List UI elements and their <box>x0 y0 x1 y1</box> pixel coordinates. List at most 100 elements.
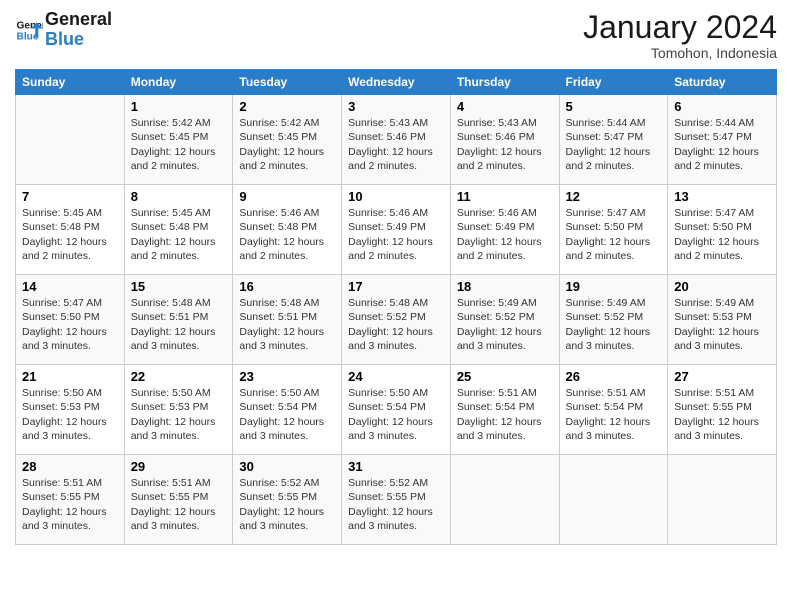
table-row: 31 Sunrise: 5:52 AM Sunset: 5:55 PM Dayli… <box>342 455 451 545</box>
header-wednesday: Wednesday <box>342 70 451 95</box>
day-info: Sunrise: 5:47 AM Sunset: 5:50 PM Dayligh… <box>22 296 118 353</box>
day-info: Sunrise: 5:52 AM Sunset: 5:55 PM Dayligh… <box>348 476 444 533</box>
calendar-table: Sunday Monday Tuesday Wednesday Thursday… <box>15 69 777 545</box>
day-info: Sunrise: 5:51 AM Sunset: 5:54 PM Dayligh… <box>457 386 553 443</box>
day-info: Sunrise: 5:43 AM Sunset: 5:46 PM Dayligh… <box>348 116 444 173</box>
table-row: 3 Sunrise: 5:43 AM Sunset: 5:46 PM Daylig… <box>342 95 451 185</box>
day-number: 25 <box>457 369 553 384</box>
logo-text: GeneralBlue <box>45 10 112 50</box>
day-info: Sunrise: 5:42 AM Sunset: 5:45 PM Dayligh… <box>131 116 227 173</box>
day-number: 7 <box>22 189 118 204</box>
calendar-week-row: 28 Sunrise: 5:51 AM Sunset: 5:55 PM Dayli… <box>16 455 777 545</box>
table-row: 17 Sunrise: 5:48 AM Sunset: 5:52 PM Dayli… <box>342 275 451 365</box>
day-info: Sunrise: 5:47 AM Sunset: 5:50 PM Dayligh… <box>674 206 770 263</box>
day-info: Sunrise: 5:44 AM Sunset: 5:47 PM Dayligh… <box>674 116 770 173</box>
day-number: 24 <box>348 369 444 384</box>
header-sunday: Sunday <box>16 70 125 95</box>
table-row: 13 Sunrise: 5:47 AM Sunset: 5:50 PM Dayli… <box>668 185 777 275</box>
table-row: 26 Sunrise: 5:51 AM Sunset: 5:54 PM Dayli… <box>559 365 668 455</box>
day-info: Sunrise: 5:52 AM Sunset: 5:55 PM Dayligh… <box>239 476 335 533</box>
day-info: Sunrise: 5:44 AM Sunset: 5:47 PM Dayligh… <box>566 116 662 173</box>
table-row: 8Sunrise: 5:45 AM Sunset: 5:48 PM Daylig… <box>124 185 233 275</box>
day-number: 12 <box>566 189 662 204</box>
table-row: 9 Sunrise: 5:46 AM Sunset: 5:48 PM Daylig… <box>233 185 342 275</box>
day-info: Sunrise: 5:45 AM Sunset: 5:48 PM Dayligh… <box>131 206 227 263</box>
table-row: 21 Sunrise: 5:50 AM Sunset: 5:53 PM Dayli… <box>16 365 125 455</box>
table-row: 10Sunrise: 5:46 AM Sunset: 5:49 PM Dayli… <box>342 185 451 275</box>
day-info: Sunrise: 5:48 AM Sunset: 5:52 PM Dayligh… <box>348 296 444 353</box>
day-info: Sunrise: 5:50 AM Sunset: 5:53 PM Dayligh… <box>131 386 227 443</box>
table-row: 12 Sunrise: 5:47 AM Sunset: 5:50 PM Dayli… <box>559 185 668 275</box>
table-row: 1 Sunrise: 5:42 AM Sunset: 5:45 PM Daylig… <box>124 95 233 185</box>
day-number: 16 <box>239 279 335 294</box>
table-row: 6 Sunrise: 5:44 AM Sunset: 5:47 PM Daylig… <box>668 95 777 185</box>
day-number: 3 <box>348 99 444 114</box>
day-info: Sunrise: 5:50 AM Sunset: 5:54 PM Dayligh… <box>239 386 335 443</box>
day-info: Sunrise: 5:48 AM Sunset: 5:51 PM Dayligh… <box>131 296 227 353</box>
day-number: 14 <box>22 279 118 294</box>
day-info: Sunrise: 5:50 AM Sunset: 5:54 PM Dayligh… <box>348 386 444 443</box>
table-row: 20 Sunrise: 5:49 AM Sunset: 5:53 PM Dayli… <box>668 275 777 365</box>
day-number: 15 <box>131 279 227 294</box>
table-row: 25 Sunrise: 5:51 AM Sunset: 5:54 PM Dayli… <box>450 365 559 455</box>
table-row: 18 Sunrise: 5:49 AM Sunset: 5:52 PM Dayli… <box>450 275 559 365</box>
table-row <box>559 455 668 545</box>
page-header: General Blue GeneralBlue January 2024 To… <box>15 10 777 61</box>
table-row: 22Sunrise: 5:50 AM Sunset: 5:53 PM Dayli… <box>124 365 233 455</box>
table-row: 5 Sunrise: 5:44 AM Sunset: 5:47 PM Daylig… <box>559 95 668 185</box>
day-info: Sunrise: 5:43 AM Sunset: 5:46 PM Dayligh… <box>457 116 553 173</box>
header-tuesday: Tuesday <box>233 70 342 95</box>
title-area: January 2024 Tomohon, Indonesia <box>583 10 777 61</box>
header-thursday: Thursday <box>450 70 559 95</box>
table-row: 27 Sunrise: 5:51 AM Sunset: 5:55 PM Dayli… <box>668 365 777 455</box>
day-info: Sunrise: 5:45 AM Sunset: 5:48 PM Dayligh… <box>22 206 118 263</box>
table-row: 11Sunrise: 5:46 AM Sunset: 5:49 PM Dayli… <box>450 185 559 275</box>
day-info: Sunrise: 5:51 AM Sunset: 5:54 PM Dayligh… <box>566 386 662 443</box>
day-number: 31 <box>348 459 444 474</box>
day-info: Sunrise: 5:49 AM Sunset: 5:53 PM Dayligh… <box>674 296 770 353</box>
day-number: 11 <box>457 189 553 204</box>
logo: General Blue GeneralBlue <box>15 10 112 50</box>
day-number: 13 <box>674 189 770 204</box>
table-row <box>450 455 559 545</box>
day-number: 23 <box>239 369 335 384</box>
table-row: 16Sunrise: 5:48 AM Sunset: 5:51 PM Dayli… <box>233 275 342 365</box>
day-number: 21 <box>22 369 118 384</box>
header-friday: Friday <box>559 70 668 95</box>
location-subtitle: Tomohon, Indonesia <box>583 45 777 61</box>
day-info: Sunrise: 5:46 AM Sunset: 5:48 PM Dayligh… <box>239 206 335 263</box>
calendar-week-row: 14 Sunrise: 5:47 AM Sunset: 5:50 PM Dayli… <box>16 275 777 365</box>
day-number: 2 <box>239 99 335 114</box>
day-number: 28 <box>22 459 118 474</box>
day-number: 9 <box>239 189 335 204</box>
day-number: 27 <box>674 369 770 384</box>
day-number: 19 <box>566 279 662 294</box>
day-number: 17 <box>348 279 444 294</box>
day-info: Sunrise: 5:50 AM Sunset: 5:53 PM Dayligh… <box>22 386 118 443</box>
header-monday: Monday <box>124 70 233 95</box>
table-row: 2 Sunrise: 5:42 AM Sunset: 5:45 PM Daylig… <box>233 95 342 185</box>
table-row: 15 Sunrise: 5:48 AM Sunset: 5:51 PM Dayli… <box>124 275 233 365</box>
day-number: 4 <box>457 99 553 114</box>
day-number: 18 <box>457 279 553 294</box>
month-title: January 2024 <box>583 10 777 45</box>
day-number: 30 <box>239 459 335 474</box>
day-info: Sunrise: 5:51 AM Sunset: 5:55 PM Dayligh… <box>674 386 770 443</box>
table-row: 7 Sunrise: 5:45 AM Sunset: 5:48 PM Daylig… <box>16 185 125 275</box>
day-number: 10 <box>348 189 444 204</box>
day-info: Sunrise: 5:51 AM Sunset: 5:55 PM Dayligh… <box>131 476 227 533</box>
day-number: 26 <box>566 369 662 384</box>
table-row: 30 Sunrise: 5:52 AM Sunset: 5:55 PM Dayli… <box>233 455 342 545</box>
day-info: Sunrise: 5:47 AM Sunset: 5:50 PM Dayligh… <box>566 206 662 263</box>
day-info: Sunrise: 5:49 AM Sunset: 5:52 PM Dayligh… <box>457 296 553 353</box>
day-number: 29 <box>131 459 227 474</box>
table-row <box>668 455 777 545</box>
day-info: Sunrise: 5:42 AM Sunset: 5:45 PM Dayligh… <box>239 116 335 173</box>
day-number: 5 <box>566 99 662 114</box>
day-info: Sunrise: 5:49 AM Sunset: 5:52 PM Dayligh… <box>566 296 662 353</box>
day-number: 1 <box>131 99 227 114</box>
day-info: Sunrise: 5:51 AM Sunset: 5:55 PM Dayligh… <box>22 476 118 533</box>
table-row: 4 Sunrise: 5:43 AM Sunset: 5:46 PM Daylig… <box>450 95 559 185</box>
day-number: 6 <box>674 99 770 114</box>
day-number: 20 <box>674 279 770 294</box>
